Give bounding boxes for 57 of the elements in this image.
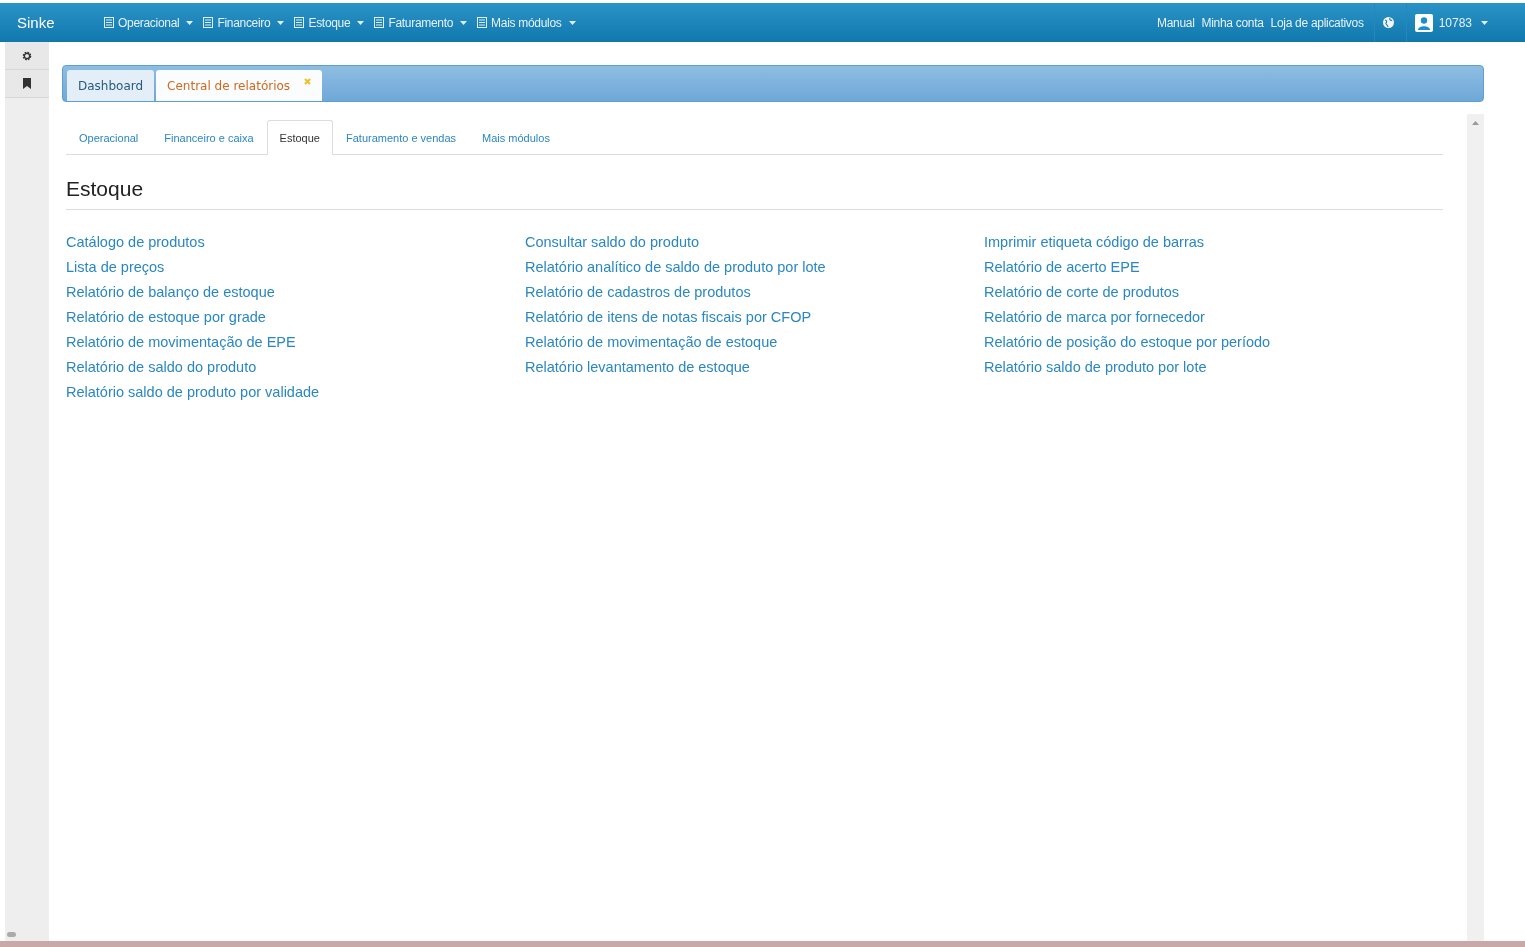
report-link[interactable]: Relatório saldo de produto por validade: [66, 380, 525, 405]
report-link[interactable]: Relatório analítico de saldo de produto por lote: [525, 255, 984, 280]
globe-button[interactable]: [1380, 17, 1396, 28]
settings-button[interactable]: [5, 42, 49, 70]
globe-icon: [1382, 17, 1394, 28]
caret-icon: [460, 20, 468, 25]
nav-menu[interactable]: Operacional: [99, 15, 199, 30]
report-link[interactable]: Relatório de saldo do produto: [66, 355, 525, 380]
section-tab[interactable]: Operacional: [66, 120, 152, 155]
page-tab[interactable]: Central de relatórios: [156, 70, 323, 101]
nav-menu[interactable]: Faturamento: [369, 15, 473, 30]
section-tab[interactable]: Estoque: [266, 120, 333, 155]
report-link[interactable]: Relatório de posição do estoque por período: [984, 330, 1443, 355]
caret-icon: [357, 20, 365, 25]
nav-link[interactable]: Loja de aplicativos: [1270, 15, 1364, 30]
scroll-handle[interactable]: [7, 932, 16, 937]
section-heading: Estoque: [66, 177, 1443, 210]
report-link[interactable]: Relatório de estoque por grade: [66, 305, 525, 330]
report-link[interactable]: Relatório saldo de produto por lote: [984, 355, 1443, 380]
nav-link[interactable]: Manual: [1156, 15, 1195, 30]
caret-icon: [186, 20, 194, 25]
list-icon: [294, 17, 305, 28]
report-link[interactable]: Lista de preços: [66, 255, 525, 280]
nav-link[interactable]: Minha conta: [1201, 15, 1264, 30]
nav-menu[interactable]: Financeiro: [198, 15, 290, 30]
report-link[interactable]: Relatório de marca por fornecedor: [984, 305, 1443, 330]
report-link[interactable]: Relatório de acerto EPE: [984, 255, 1443, 280]
nav-menu[interactable]: Estoque: [289, 15, 370, 30]
caret-icon: [568, 20, 576, 25]
nav-menu[interactable]: Mais módulos: [472, 15, 581, 30]
list-icon: [104, 17, 114, 28]
caret-icon: [1481, 20, 1488, 25]
report-link[interactable]: Catálogo de produtos: [66, 230, 525, 255]
user-menu[interactable]: 10783: [1412, 13, 1490, 32]
list-icon: [477, 17, 488, 28]
report-link[interactable]: Relatório de cadastros de produtos: [525, 280, 984, 305]
scroll-up-icon: [1472, 121, 1479, 125]
report-link[interactable]: Relatório de movimentação de EPE: [66, 330, 525, 355]
list-icon: [374, 17, 385, 28]
bookmark-button[interactable]: [5, 70, 49, 98]
section-tab[interactable]: Faturamento e vendas: [333, 120, 470, 155]
bookmark-icon: [23, 78, 31, 89]
report-link[interactable]: Relatório de balanço de estoque: [66, 280, 525, 305]
report-link[interactable]: Relatório de corte de produtos: [984, 280, 1443, 305]
page-tab[interactable]: Dashboard: [67, 70, 155, 101]
settings-icon: [22, 50, 32, 61]
brand-logo[interactable]: Sinke: [17, 14, 81, 31]
report-link[interactable]: Imprimir etiqueta código de barras: [984, 230, 1443, 255]
user-avatar-icon: [1414, 13, 1433, 32]
report-link[interactable]: Consultar saldo do produto: [525, 230, 984, 255]
list-icon: [203, 17, 214, 28]
report-link[interactable]: Relatório de itens de notas fiscais por CFOP: [525, 305, 984, 330]
section-tab[interactable]: Mais módulos: [469, 120, 563, 155]
report-link[interactable]: Relatório de movimentação de estoque: [525, 330, 984, 355]
caret-icon: [277, 20, 285, 25]
report-link[interactable]: Relatório levantamento de estoque: [525, 355, 984, 380]
section-tab[interactable]: Financeiro e caixa: [151, 120, 267, 155]
